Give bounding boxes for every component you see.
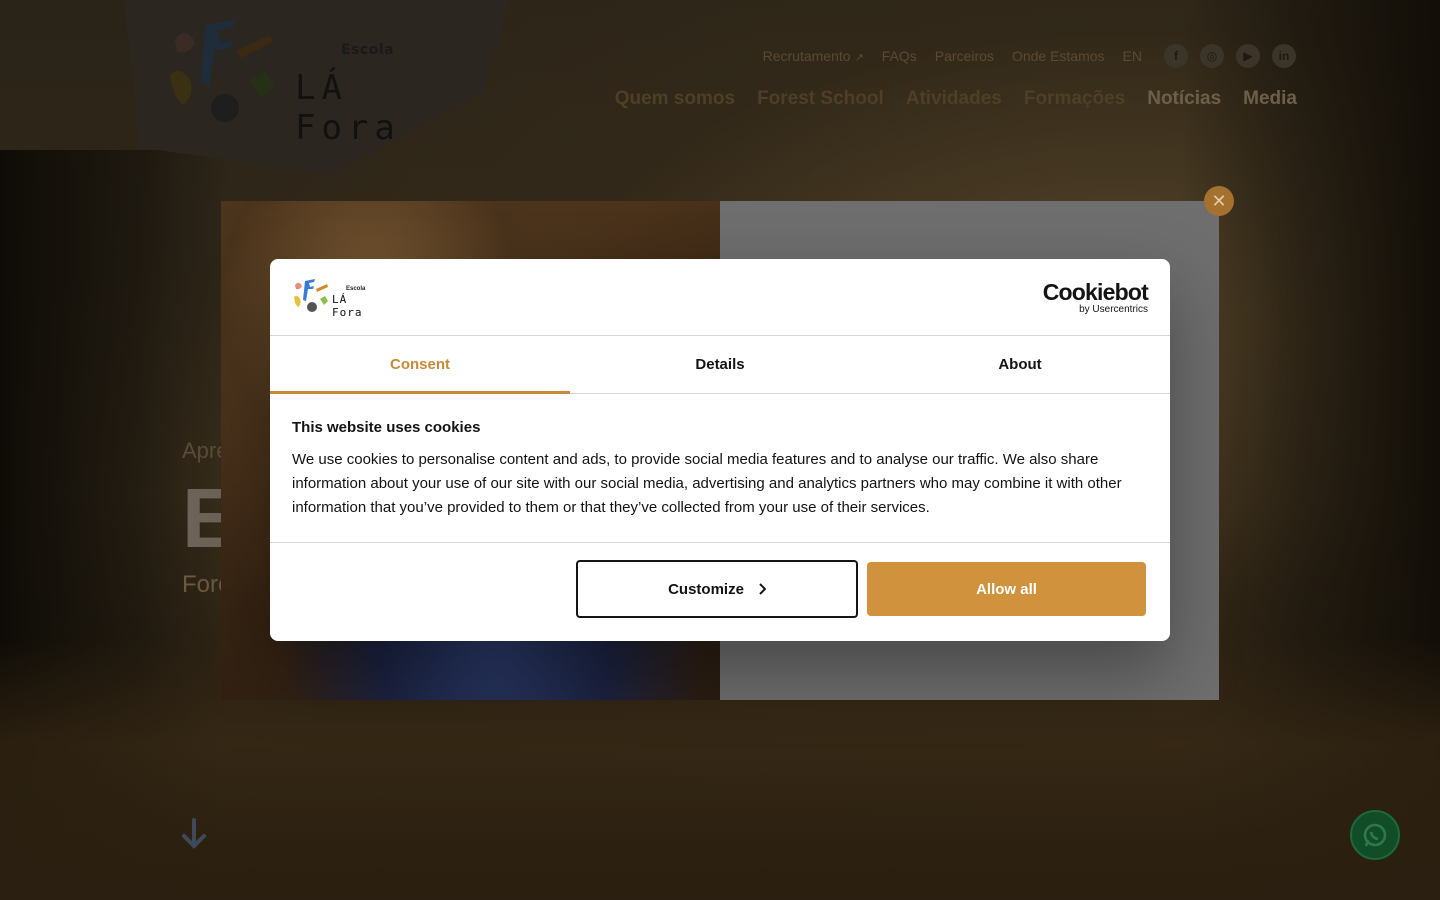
customize-button[interactable]: Customize	[576, 560, 858, 618]
allow-all-button[interactable]: Allow all	[867, 562, 1146, 616]
cookie-body: This website uses cookies We use cookies…	[270, 394, 1170, 543]
cookie-logo-lafora: LÁ Fora	[332, 293, 363, 319]
cookie-tabs: Consent Details About	[270, 336, 1170, 394]
cookiebot-logo[interactable]: Cookiebot by Usercentrics	[1042, 279, 1149, 315]
cookiebot-name: Cookiebot	[1042, 279, 1149, 305]
logo-art-icon	[294, 279, 328, 312]
cookiebot-byline: by Usercentrics	[1079, 304, 1148, 315]
tab-details[interactable]: Details	[570, 336, 870, 393]
cookie-header: Escola LÁ Fora Cookiebot by Usercentrics	[270, 259, 1170, 336]
cookie-title: This website uses cookies	[292, 419, 481, 436]
cookie-site-logo: Escola LÁ Fora	[292, 279, 382, 319]
cookie-actions: Customize Allow all	[270, 544, 1170, 641]
customize-label: Customize	[668, 580, 744, 598]
cookie-description: We use cookies to personalise content an…	[292, 451, 1122, 516]
tab-about[interactable]: About	[870, 336, 1170, 393]
chevron-right-icon	[759, 583, 766, 595]
tab-consent[interactable]: Consent	[270, 336, 570, 394]
cookie-logo-escola: Escola	[346, 286, 366, 292]
cookie-dialog: Escola LÁ Fora Cookiebot by Usercentrics…	[270, 259, 1170, 641]
